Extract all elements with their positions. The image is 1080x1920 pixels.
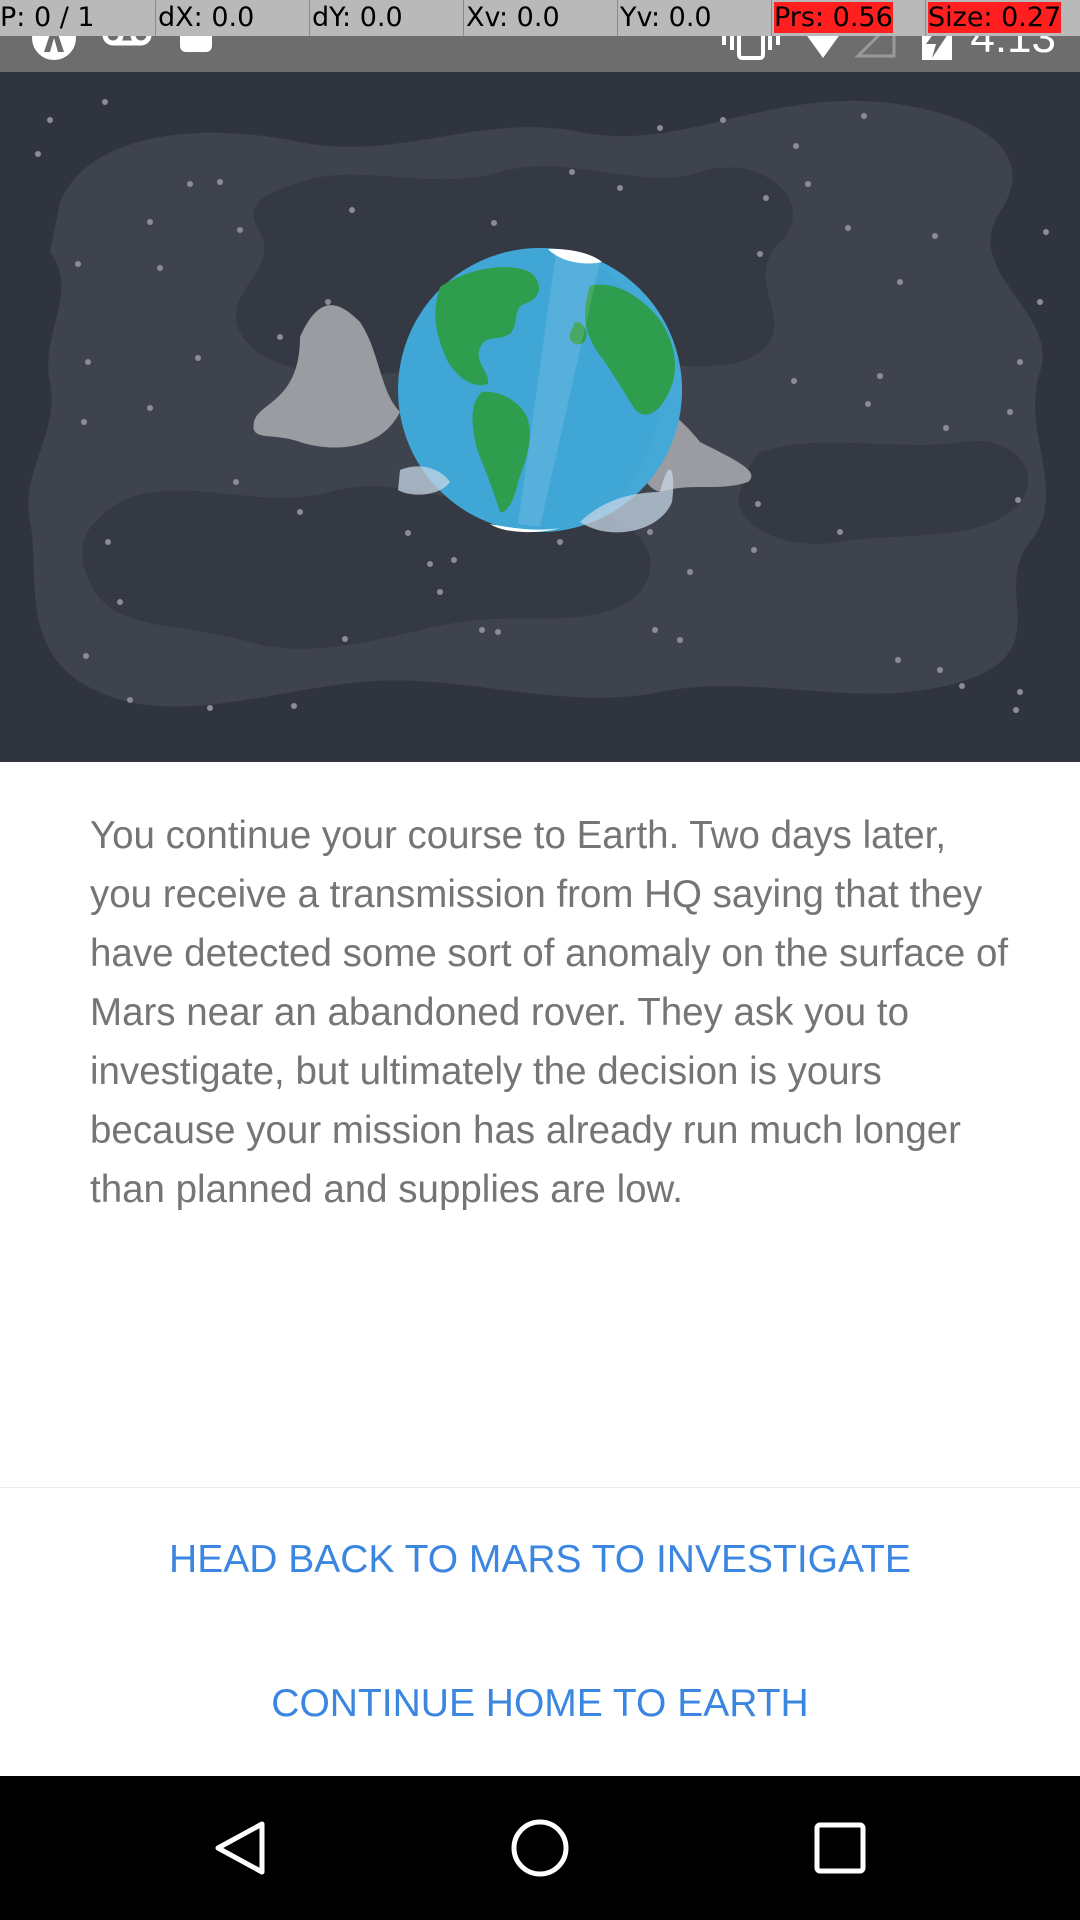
story-text: You continue your course to Earth. Two d… [90,814,1009,1211]
screen: P: 0 / 1 dX: 0.0 dY: 0.0 Xv: 0.0 Yv: 0.0… [0,0,1080,1920]
velocity-y: Yv: 0.0 [617,0,771,36]
choices-divider [0,1487,1080,1488]
delta-x: dX: 0.0 [155,0,309,36]
earth-in-space-illustration [0,72,1080,762]
pressure-value: Prs: 0.56 [774,2,893,33]
back-icon [215,1821,265,1875]
home-icon [511,1819,569,1877]
touch-size: Size: 0.27 [925,0,1080,36]
pointer-count: P: 0 / 1 [0,2,95,33]
pointer-location-overlay: P: 0 / 1 dX: 0.0 dY: 0.0 Xv: 0.0 Yv: 0.0… [0,0,1080,36]
space-scene [28,99,1049,713]
pressure: Prs: 0.56 [771,0,925,36]
back-button[interactable] [190,1798,290,1898]
velocity-x: Xv: 0.0 [463,0,617,36]
delta-y: dY: 0.0 [309,0,463,36]
recents-button[interactable] [790,1798,890,1898]
navigation-bar [0,1776,1080,1920]
home-button[interactable] [490,1798,590,1898]
touch-size-value: Size: 0.27 [928,2,1062,33]
continue-home-button[interactable]: CONTINUE HOME TO EARTH [0,1644,1080,1764]
recents-icon [814,1822,866,1874]
investigate-mars-button[interactable]: HEAD BACK TO MARS TO INVESTIGATE [0,1500,1080,1620]
